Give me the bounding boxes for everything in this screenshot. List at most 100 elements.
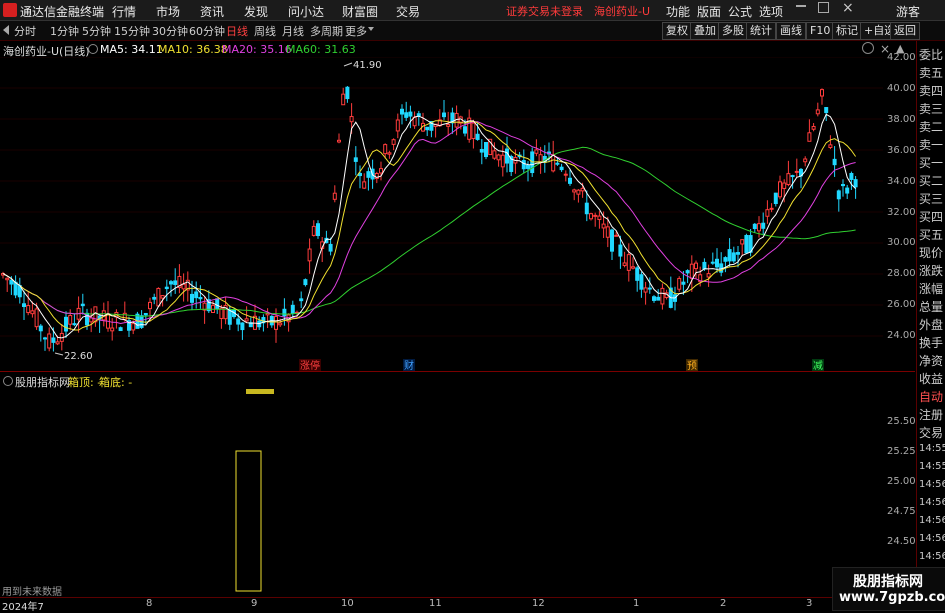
panel-outer-volume: 外盘 (919, 318, 944, 332)
menu-faxian[interactable]: 发现 (244, 3, 268, 20)
menu-shichang[interactable]: 市场 (156, 3, 180, 20)
candle-body (282, 308, 287, 317)
candle-body (500, 154, 505, 168)
app-title: 通达信金融终端 (20, 5, 105, 19)
tab-30min[interactable]: 30分钟 (150, 23, 190, 38)
minimize-icon[interactable] (796, 5, 806, 7)
candle-body (841, 184, 845, 187)
draw-line-button[interactable]: 画线 (776, 22, 806, 40)
candle-body (72, 323, 77, 326)
candle-body (685, 270, 690, 274)
panel-earnings: 收益 (919, 372, 944, 386)
candle-body (236, 318, 241, 325)
menu-jiaoyi[interactable]: 交易 (396, 3, 420, 20)
candle-body (593, 214, 598, 217)
tab-5min[interactable]: 5分钟 (80, 23, 113, 38)
candle-body (404, 112, 409, 118)
candle-body (38, 325, 43, 332)
candle-body (143, 312, 148, 316)
candle-body (240, 322, 245, 331)
candle-body (34, 308, 39, 328)
ma5-value: MA5: 34.11 (100, 43, 163, 56)
time-label: 1 (633, 598, 640, 609)
f10-button[interactable]: F10 (806, 22, 835, 40)
tab-daily[interactable]: 日线 (224, 23, 250, 38)
panel-buy5: 买五 (919, 228, 944, 242)
tab-1min[interactable]: 1分钟 (48, 23, 81, 38)
indicator-label: 24.50 (887, 536, 916, 547)
price-label: 34.00 (887, 176, 916, 187)
candle-body (353, 157, 358, 162)
back-arrow-icon[interactable] (3, 25, 9, 35)
candle-body (152, 296, 157, 300)
menu-gongneng[interactable]: 功能 (666, 3, 690, 20)
panel-change: 涨跌 (919, 264, 944, 278)
candle-body (328, 243, 333, 252)
box-top-value: 箱顶: - (68, 376, 102, 389)
candle-body (416, 113, 421, 117)
tick-time: 14:55 (919, 461, 945, 472)
more-chevron-down-icon[interactable] (368, 27, 374, 31)
candle-body (761, 222, 766, 229)
candle-body (51, 337, 56, 343)
multi-stock-button[interactable]: 多股 (718, 22, 748, 40)
candle-body (484, 142, 488, 158)
tab-15min[interactable]: 15分钟 (112, 23, 152, 38)
menu-xuanxiang[interactable]: 选项 (759, 3, 783, 20)
guest-label[interactable]: 游客 (896, 3, 920, 20)
tab-multi-period[interactable]: 多周期 (308, 23, 345, 38)
panel-sell1: 卖一 (919, 138, 944, 152)
return-button[interactable]: 返回 (890, 22, 920, 40)
menu-wenxiaoda[interactable]: 问小达 (288, 3, 324, 20)
candle-body (656, 296, 661, 301)
login-warning[interactable]: 证券交易未登录 (506, 3, 583, 19)
tick-time: 14:56 (919, 497, 945, 508)
ma10-value: MA10: 36.38 (158, 43, 228, 56)
menu-gongshi[interactable]: 公式 (728, 3, 752, 20)
menu-hangqing[interactable]: 行情 (112, 3, 136, 20)
tab-60min[interactable]: 60分钟 (187, 23, 227, 38)
time-label: 2024年7 (2, 602, 44, 613)
tab-more[interactable]: 更多 (343, 23, 369, 38)
low-label: 22.60 (64, 351, 93, 362)
panel-trade-button[interactable]: 交易 (919, 424, 943, 441)
statistics-button[interactable]: 统计 (746, 22, 776, 40)
close-icon[interactable]: × (842, 0, 854, 16)
menu-zixun[interactable]: 资讯 (200, 3, 224, 20)
candle-body (601, 223, 606, 229)
indicator-name[interactable]: 股朋指标网 (15, 374, 70, 390)
candle-body (631, 266, 635, 269)
event-reduce: 减 (813, 360, 823, 371)
menu-caifuquan[interactable]: 财富圈 (342, 3, 378, 20)
candle-body (290, 304, 295, 314)
candle-body (589, 213, 593, 220)
panel-register-button[interactable]: 注册 (919, 406, 943, 423)
indicator-chart[interactable] (0, 400, 915, 597)
kline-chart[interactable]: 41.90 22.60 涨停 财 预 减 (0, 57, 915, 371)
tab-monthly[interactable]: 月线 (280, 23, 306, 38)
candle-body (694, 262, 698, 270)
settings-circle-icon[interactable] (88, 44, 98, 54)
maximize-icon[interactable] (818, 2, 829, 13)
price-label: 30.00 (887, 237, 916, 248)
candle-body (534, 149, 539, 154)
candle-body (219, 307, 224, 319)
indicator-settings-icon[interactable] (3, 376, 13, 386)
tab-weekly[interactable]: 周线 (252, 23, 278, 38)
mark-button[interactable]: 标记 (832, 22, 862, 40)
overlay-button[interactable]: 叠加 (690, 22, 720, 40)
candle-body (395, 119, 400, 132)
candle-body (299, 298, 304, 302)
candle-body (442, 112, 446, 118)
menu-banmian[interactable]: 版面 (697, 3, 721, 20)
indicator-label: 24.75 (887, 506, 916, 517)
panel-auto-button[interactable]: 自动 (919, 388, 943, 405)
tab-fenshi[interactable]: 分时 (12, 23, 38, 38)
gear-icon[interactable] (862, 42, 874, 54)
pane-divider[interactable] (0, 371, 915, 372)
candle-body (337, 139, 341, 143)
candle-body (677, 278, 682, 290)
app-logo-icon (3, 3, 17, 17)
fuquan-button[interactable]: 复权 (662, 22, 692, 40)
candle-body (194, 291, 199, 299)
